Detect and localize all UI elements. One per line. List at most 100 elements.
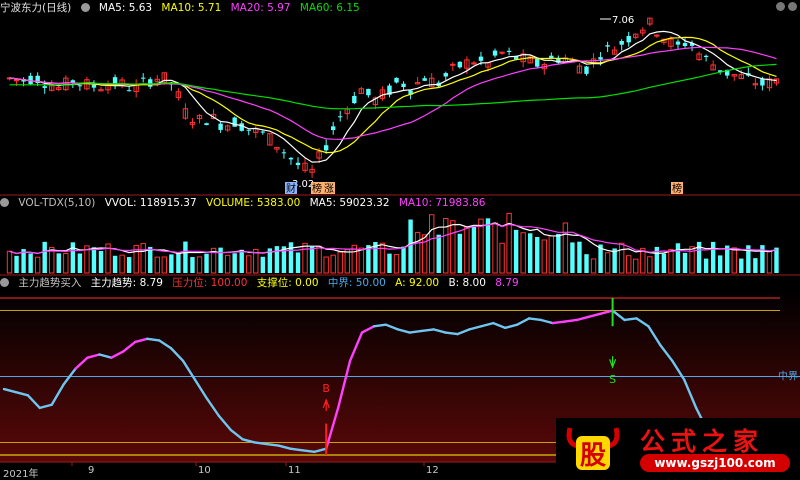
candle-down: [492, 50, 498, 56]
candle-down: [126, 90, 132, 92]
main-header: 宁波东力(日线) MA5: 5.63 MA10: 5.71 MA20: 5.97…: [0, 0, 366, 16]
volume-bar-up: [492, 222, 498, 274]
volume-bar-down: [584, 254, 589, 273]
x-tick-0: 2021年: [3, 469, 39, 480]
volume-bar-up: [640, 247, 646, 274]
volume-bar-down: [577, 241, 582, 273]
volume-bar-up: [337, 251, 343, 274]
stock-chart: 7.063.02财榜涨榜中界BS: [0, 15, 800, 466]
volume-bar-up: [429, 214, 435, 274]
volume-bar-down: [675, 243, 681, 273]
volume-bar-down: [513, 229, 519, 273]
volume-bar-down: [77, 253, 83, 273]
volume-bar-down: [556, 233, 561, 273]
trend-segment: [563, 318, 578, 323]
trend-segment: [372, 323, 388, 328]
volume-bar-down: [401, 246, 406, 273]
bull-logo-icon: 股: [566, 427, 620, 471]
vol-settings-icon[interactable]: [0, 198, 9, 207]
candle-down: [682, 43, 688, 47]
volume-bar-up: [450, 220, 456, 274]
candle-up: [450, 63, 456, 66]
watermark-url: www.gszj100.com: [640, 454, 790, 472]
volume-bar-down: [176, 252, 181, 273]
candle-down: [584, 66, 589, 74]
volume-bar-down: [471, 226, 477, 273]
b-label: B: 8.00: [448, 277, 486, 289]
volume-bar-down: [274, 246, 280, 273]
volume-bar-down: [148, 246, 153, 273]
candle-down: [626, 35, 631, 43]
x-tick-1: 9: [88, 465, 95, 476]
volume-bar-up: [34, 256, 41, 274]
volume-bar-down: [126, 257, 132, 273]
trend-segment: [408, 329, 423, 334]
candle-down: [141, 77, 146, 79]
volume-bar-up: [548, 235, 555, 274]
candle-down: [366, 88, 371, 96]
candle-down: [246, 129, 251, 131]
volume-bar-up: [478, 218, 484, 274]
volume-bar-down: [14, 255, 19, 273]
volume-bar-up: [63, 252, 69, 274]
volume-bar-up: [224, 254, 231, 274]
volume-bar-up: [506, 212, 512, 274]
candle-up: [654, 34, 660, 37]
volume-bar-down: [70, 242, 76, 273]
volume-bar-down: [56, 253, 61, 273]
volume-bar-down: [204, 253, 209, 273]
a-label: A: 92.00: [395, 277, 440, 289]
candle-down: [760, 79, 765, 86]
volume-bar-up: [731, 247, 737, 274]
volume-bar-down: [717, 255, 723, 273]
volume-bar-up: [330, 254, 336, 274]
volume-bar-down: [42, 241, 47, 273]
support-label: 支撑位: 0.00: [256, 277, 319, 289]
volume-bar-up: [562, 222, 569, 274]
volume-bar-down: [408, 219, 413, 273]
volume-bar-down: [436, 234, 441, 273]
event-marker: 财: [286, 182, 296, 195]
volume-bar-up: [316, 245, 322, 274]
vol-ma10-label: MA10: 71983.86: [398, 197, 486, 209]
ma60-line: [9, 63, 777, 110]
volume-bar-up: [196, 256, 203, 274]
settings-circle-icon[interactable]: [80, 3, 90, 12]
trend-segment: [253, 441, 268, 446]
close-icon[interactable]: [788, 2, 797, 11]
pressure-label: 压力位: 100.00: [172, 277, 248, 289]
vol-title: VOL-TDX(5,10): [18, 197, 96, 209]
candle-down: [295, 162, 301, 166]
candle-down: [77, 85, 83, 87]
candle-down: [352, 95, 357, 104]
candle-down: [506, 50, 512, 52]
volume-bar-down: [260, 256, 266, 273]
sell-label: S: [609, 373, 616, 386]
volume-label: VOLUME: 5383.00: [206, 197, 301, 209]
candle-down: [598, 57, 603, 60]
volume-bar-up: [541, 239, 547, 274]
trend-segment: [265, 442, 280, 447]
trend-segment: [444, 331, 459, 336]
candle-down: [703, 55, 709, 58]
candle-down: [338, 116, 343, 118]
ind-settings-icon[interactable]: [0, 278, 9, 287]
x-tick-4: 12: [426, 465, 439, 476]
event-marker: 榜: [672, 182, 682, 195]
candle-down: [28, 75, 33, 85]
volume-bar-up: [421, 234, 428, 274]
candle-down: [457, 61, 463, 68]
volume-bar-down: [112, 255, 118, 273]
candle-down: [42, 86, 47, 88]
candle-down: [619, 40, 624, 45]
ma10-label: MA10: 5.71: [161, 2, 222, 14]
candle-down: [478, 56, 484, 61]
indicator-header: 主力趋势买入 主力趋势: 8.79 压力位: 100.00 支撑位: 0.00 …: [0, 275, 525, 291]
minimize-icon[interactable]: [776, 2, 785, 11]
volume-bar-up: [464, 226, 470, 274]
volume-bar-up: [323, 256, 329, 274]
candle-down: [535, 58, 540, 67]
volume-bar-up: [604, 252, 611, 274]
candle-down: [239, 123, 244, 131]
candle-down: [443, 73, 448, 77]
